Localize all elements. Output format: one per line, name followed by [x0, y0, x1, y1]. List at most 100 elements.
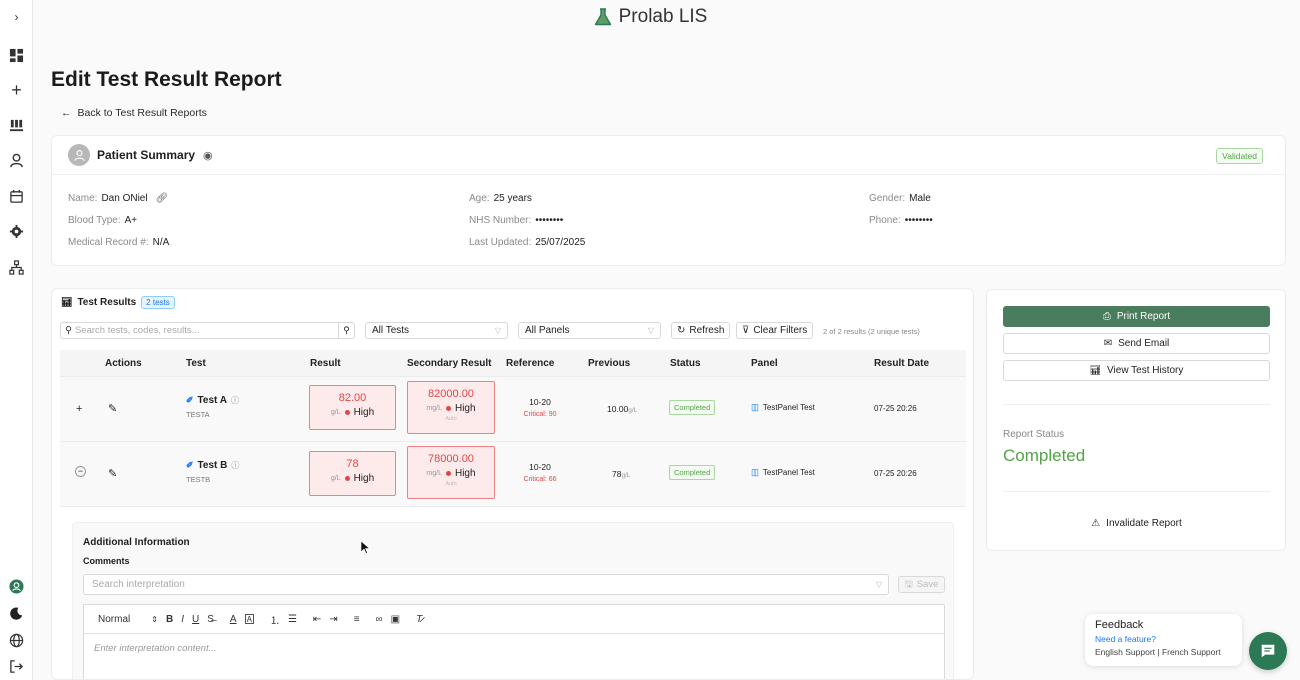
panel-cell: ▯▯ TestPanel Test — [751, 467, 815, 477]
blood-type-field: Blood Type: A+ — [68, 215, 138, 226]
printer-icon: ⎙ — [1102, 311, 1111, 322]
info-icon: ⓘ — [231, 461, 240, 470]
pencil-icon: ✐ — [186, 460, 194, 470]
dark-mode-icon[interactable] — [6, 603, 27, 624]
indent-icon[interactable]: ⇥ — [329, 611, 337, 627]
additional-info-title: Additional Information — [83, 537, 190, 548]
settings-icon[interactable] — [6, 221, 27, 242]
status-cell: Completed — [669, 465, 716, 480]
interpretation-search-input[interactable]: Search interpretation ▽ — [83, 574, 889, 595]
bold-icon[interactable]: B — [166, 611, 173, 627]
col-previous: Previous — [588, 358, 631, 369]
outdent-icon[interactable]: ⇤ — [313, 611, 321, 627]
chat-icon — [1261, 644, 1275, 658]
last-updated-field: Last Updated: 25/07/2025 — [469, 237, 586, 248]
english-support-link[interactable]: English Support — [1095, 647, 1155, 657]
search-icon: ⚲ — [65, 325, 72, 336]
invalidate-report-button[interactable]: ⚠ Invalidate Report — [1003, 518, 1270, 529]
info-icon: ⓘ — [231, 396, 239, 405]
result-value-box[interactable]: 82.00 g/L High — [309, 385, 396, 430]
col-test: Test — [186, 358, 206, 369]
back-link[interactable]: ← Back to Test Result Reports — [61, 107, 207, 119]
dashboard-icon[interactable] — [6, 45, 27, 66]
report-actions-panel: ⎙ Print Report ✉ Send Email 📊︎ View Test Hi… — [986, 289, 1286, 551]
mrn-field: Medical Record #: N/A — [68, 237, 170, 248]
refresh-button[interactable]: ↻ Refresh — [671, 322, 731, 339]
mail-icon: ✉ — [1103, 338, 1113, 349]
edit-icon[interactable]: ✎ — [108, 402, 117, 415]
background-color-icon[interactable]: A — [244, 614, 254, 624]
patient-name-field: Name: Dan ONiel 🔗︎ — [68, 193, 169, 204]
result-value-box[interactable]: 78 g/L High — [309, 451, 396, 496]
result-date-cell: 07-25 20:26 — [874, 404, 917, 413]
interpretation-editor[interactable]: Normal ⇕ B I U S̶ A A ⒈ ☰ ⇤ ⇥ ≡ ∞ ▣ T̷ En… — [83, 604, 945, 679]
flask-icon — [594, 8, 611, 26]
french-support-link[interactable]: French Support — [1162, 647, 1221, 657]
col-status: Status — [670, 358, 701, 369]
mouse-cursor-icon — [360, 540, 371, 559]
patient-summary-title: Patient Summary — [97, 148, 196, 162]
report-status-label: Report Status — [1003, 429, 1065, 440]
profile-icon[interactable] — [6, 576, 27, 597]
ordered-list-icon[interactable]: ⒈ — [270, 611, 280, 627]
panel-filter-select[interactable]: All Panels ▽ — [518, 322, 661, 339]
high-flag-dot — [445, 406, 451, 411]
test-filter-select[interactable]: All Tests ▽ — [365, 322, 508, 339]
feedback-chat-button[interactable] — [1249, 632, 1287, 670]
col-actions: Actions — [105, 358, 142, 369]
image-icon[interactable]: ▣ — [391, 611, 400, 627]
test-results-title: Test Results — [77, 297, 137, 308]
print-report-button[interactable]: ⎙ Print Report — [1003, 306, 1270, 327]
align-icon[interactable]: ≡ — [354, 611, 360, 627]
collapse-row-button[interactable]: − — [75, 466, 86, 477]
expand-icon[interactable]: › — [6, 6, 27, 27]
clear-filters-button[interactable]: ⊽ Clear Filters — [736, 322, 814, 339]
additional-information-section: Additional Information Comments Search i… — [72, 522, 954, 679]
logout-icon[interactable] — [6, 656, 27, 677]
feedback-need-feature-link[interactable]: Need a feature? — [1095, 634, 1232, 644]
paragraph-style-select[interactable]: Normal ⇕ — [98, 611, 158, 627]
link-icon[interactable]: 🔗︎ — [156, 193, 169, 204]
expand-row-button[interactable]: + — [76, 403, 82, 415]
feedback-title: Feedback — [1095, 619, 1144, 631]
high-flag-dot — [344, 410, 350, 415]
eye-icon[interactable]: ◉ — [203, 149, 213, 162]
clear-format-icon[interactable]: T̷ — [416, 611, 422, 627]
brand: Prolab LIS — [0, 6, 1300, 28]
editor-toolbar: Normal ⇕ B I U S̶ A A ⒈ ☰ ⇤ ⇥ ≡ ∞ ▣ T̷ — [84, 605, 944, 634]
strikethrough-icon[interactable]: S̶ — [207, 611, 214, 627]
feedback-widget[interactable]: Feedback Need a feature? English Support… — [1085, 614, 1242, 666]
bullet-list-icon[interactable]: ☰ — [288, 611, 297, 627]
lab-icon[interactable] — [6, 115, 27, 136]
save-button[interactable]: 🖫︎ Save — [898, 576, 945, 593]
link-icon[interactable]: ∞ — [376, 611, 383, 627]
age-field: Age: 25 years — [469, 193, 532, 204]
divider — [1003, 404, 1270, 405]
hierarchy-icon[interactable] — [6, 257, 27, 278]
report-status-value: Completed — [1003, 446, 1086, 465]
status-badge: Completed — [669, 400, 716, 415]
edit-icon[interactable]: ✎ — [108, 467, 117, 480]
table-header: Actions Test Result Secondary Result Ref… — [60, 350, 966, 377]
test-tube-icon: ▯▯ — [751, 402, 759, 412]
secondary-result-box[interactable]: 82000.00 mg/L High Auto — [407, 381, 495, 434]
plus-icon[interactable]: + — [6, 80, 27, 101]
calendar-icon[interactable] — [6, 186, 27, 207]
test-search-input[interactable]: ⚲ Search tests, codes, results... — [60, 322, 348, 339]
test-tube-icon: ▯▯ — [751, 467, 759, 477]
send-email-button[interactable]: ✉ Send Email — [1003, 333, 1270, 354]
user-icon[interactable] — [6, 150, 27, 171]
underline-icon[interactable]: U — [192, 611, 199, 627]
view-test-history-button[interactable]: 📊︎ View Test History — [1003, 360, 1270, 381]
search-button[interactable]: ⚲ — [338, 322, 355, 339]
secondary-result-box[interactable]: 78000.00 mg/L High Auto — [407, 446, 495, 499]
previous-cell: 10.00g/L — [607, 404, 638, 414]
editor-placeholder: Enter interpretation content... — [94, 643, 217, 654]
page-title: Edit Test Result Report — [51, 68, 282, 91]
test-cell: ✐ Test B ⓘ TESTB — [186, 460, 240, 484]
high-flag-dot — [344, 476, 350, 481]
text-color-icon[interactable]: A — [230, 611, 237, 627]
italic-icon[interactable]: I — [181, 611, 184, 627]
language-icon[interactable] — [6, 630, 27, 651]
test-results-panel: 📊︎ Test Results 2 tests ⚲ Search tests, … — [51, 288, 974, 680]
